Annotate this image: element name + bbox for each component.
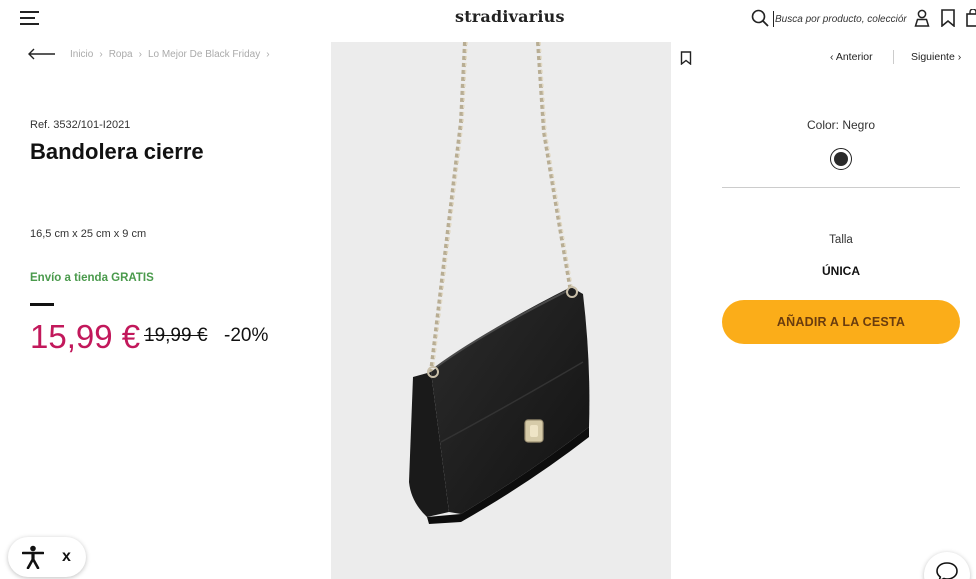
- chevron-right-icon: ›: [954, 51, 962, 63]
- chevron-right-icon: ›: [99, 49, 103, 60]
- color-swatch-negro[interactable]: [830, 148, 852, 170]
- add-to-cart-button[interactable]: AÑADIR A LA CESTA: [722, 300, 960, 344]
- current-price: 15,99 €: [30, 318, 141, 355]
- size-label: Talla: [829, 234, 853, 246]
- site-header: stradivarius: [0, 0, 976, 38]
- price-divider: [30, 303, 54, 306]
- product-ref: Ref. 3532/101-I2021: [30, 119, 131, 131]
- product-title: Bandolera cierre: [30, 139, 204, 164]
- breadcrumb-item-ropa[interactable]: Ropa: [109, 49, 133, 60]
- stradivarius-logo[interactable]: stradivarius: [455, 7, 565, 26]
- menu-icon[interactable]: [20, 10, 39, 27]
- chat-icon: [936, 562, 958, 579]
- next-label: Siguiente: [911, 51, 955, 63]
- bag-illustration: [409, 42, 590, 524]
- next-product-link[interactable]: Siguiente ›: [911, 51, 961, 63]
- accessibility-widget: x: [8, 537, 86, 577]
- color-label: Color: Negro: [806, 118, 876, 132]
- nav-divider: [893, 50, 894, 64]
- product-image[interactable]: [331, 42, 671, 579]
- breadcrumb-item-inicio[interactable]: Inicio: [70, 49, 93, 60]
- bookmark-icon[interactable]: [680, 51, 692, 65]
- search-icon[interactable]: [751, 9, 769, 27]
- accessibility-close-button[interactable]: x: [62, 548, 71, 566]
- old-price: 19,99 €: [144, 325, 208, 346]
- accessibility-icon[interactable]: [22, 545, 44, 569]
- back-arrow-icon[interactable]: [28, 48, 56, 60]
- breadcrumb-item-black-friday[interactable]: Lo Mejor De Black Friday: [148, 49, 260, 60]
- shipping-info: Envío a tienda GRATIS: [30, 272, 154, 284]
- discount-badge: -20%: [224, 325, 269, 346]
- previous-product-link[interactable]: ‹ Anterior: [830, 51, 873, 63]
- user-icon[interactable]: [914, 9, 930, 27]
- chat-button[interactable]: [924, 552, 970, 579]
- previous-label: Anterior: [835, 51, 873, 63]
- chevron-right-icon: ›: [266, 49, 270, 60]
- wishlist-icon[interactable]: [940, 9, 956, 27]
- search-input[interactable]: [773, 11, 907, 27]
- size-value[interactable]: ÚNICA: [722, 264, 960, 278]
- options-divider: [722, 187, 960, 188]
- chevron-right-icon: ›: [138, 49, 142, 60]
- breadcrumb: Inicio › Ropa › Lo Mejor De Black Friday ›: [70, 49, 276, 60]
- bag-icon[interactable]: [966, 9, 976, 27]
- product-dimensions: 16,5 cm x 25 cm x 9 cm: [30, 228, 147, 240]
- swatch-dot: [833, 151, 848, 166]
